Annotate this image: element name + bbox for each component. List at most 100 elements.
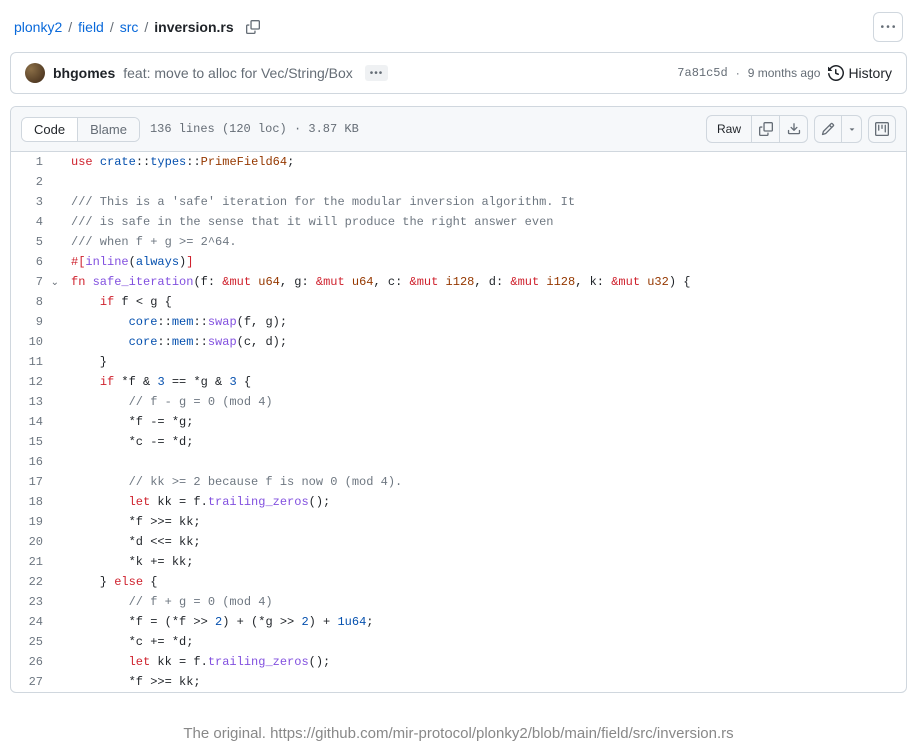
edit-dropdown[interactable] xyxy=(842,115,862,143)
line-number[interactable]: 8 xyxy=(11,292,61,312)
raw-button[interactable]: Raw xyxy=(706,115,752,143)
line-content[interactable]: /// when f + g >= 2^64. xyxy=(61,232,906,252)
pencil-icon xyxy=(821,122,835,136)
code-line: 26 let kk = f.trailing_zeros(); xyxy=(11,652,906,672)
line-content[interactable]: *f = (*f >> 2) + (*g >> 2) + 1u64; xyxy=(61,612,906,632)
breadcrumb-sep: / xyxy=(144,19,148,35)
line-content[interactable]: } else { xyxy=(61,572,906,592)
line-number[interactable]: 9 xyxy=(11,312,61,332)
chevron-down-icon[interactable]: ⌄ xyxy=(51,274,59,294)
code-line: 16 xyxy=(11,452,906,472)
line-content[interactable]: /// This is a 'safe' iteration for the m… xyxy=(61,192,906,212)
code-line: 3/// This is a 'safe' iteration for the … xyxy=(11,192,906,212)
copy-path-icon[interactable] xyxy=(246,20,260,34)
line-content[interactable]: *f >>= kk; xyxy=(61,672,906,692)
line-content[interactable]: if f < g { xyxy=(61,292,906,312)
code-line: 27 *f >>= kk; xyxy=(11,672,906,692)
line-content[interactable]: /// is safe in the sense that it will pr… xyxy=(61,212,906,232)
code-line: 15 *c -= *d; xyxy=(11,432,906,452)
line-content[interactable]: // f - g = 0 (mod 4) xyxy=(61,392,906,412)
edit-button[interactable] xyxy=(814,115,842,143)
line-content[interactable]: fn safe_iteration(f: &mut u64, g: &mut u… xyxy=(61,272,906,292)
code-line: 2 xyxy=(11,172,906,192)
line-number[interactable]: 11 xyxy=(11,352,61,372)
history-button[interactable]: History xyxy=(828,65,892,81)
file-box: Code Blame 136 lines (120 loc) · 3.87 KB… xyxy=(10,106,907,693)
commit-message[interactable]: feat: move to alloc for Vec/String/Box xyxy=(123,65,353,81)
tab-code[interactable]: Code xyxy=(22,118,77,141)
line-number[interactable]: 15 xyxy=(11,432,61,452)
line-content[interactable]: // f + g = 0 (mod 4) xyxy=(61,592,906,612)
triangle-down-icon xyxy=(847,124,857,134)
code-line: 4/// is safe in the sense that it will p… xyxy=(11,212,906,232)
line-number[interactable]: 12 xyxy=(11,372,61,392)
avatar[interactable] xyxy=(25,63,45,83)
code-line: 13 // f - g = 0 (mod 4) xyxy=(11,392,906,412)
line-content[interactable]: if *f & 3 == *g & 3 { xyxy=(61,372,906,392)
line-number[interactable]: 26 xyxy=(11,652,61,672)
breadcrumb-link-0[interactable]: plonky2 xyxy=(14,19,62,35)
breadcrumb-link-1[interactable]: field xyxy=(78,19,104,35)
history-icon xyxy=(828,65,844,81)
line-content[interactable]: // kk >= 2 because f is now 0 (mod 4). xyxy=(61,472,906,492)
line-number[interactable]: 14 xyxy=(11,412,61,432)
breadcrumb-sep: / xyxy=(110,19,114,35)
line-number[interactable]: 4 xyxy=(11,212,61,232)
commit-sha[interactable]: 7a81c5d xyxy=(677,66,727,80)
code-line: 17 // kk >= 2 because f is now 0 (mod 4)… xyxy=(11,472,906,492)
line-content[interactable]: *d <<= kk; xyxy=(61,532,906,552)
code-line: 11 } xyxy=(11,352,906,372)
line-number[interactable]: 3 xyxy=(11,192,61,212)
copy-raw-button[interactable] xyxy=(752,115,780,143)
commit-badge[interactable]: ••• xyxy=(365,65,389,81)
caption: The original. https://github.com/mir-pro… xyxy=(0,701,917,752)
line-content[interactable]: core::mem::swap(f, g); xyxy=(61,312,906,332)
line-content[interactable]: core::mem::swap(c, d); xyxy=(61,332,906,352)
line-number[interactable]: 17 xyxy=(11,472,61,492)
line-number[interactable]: 18 xyxy=(11,492,61,512)
line-number[interactable]: 5 xyxy=(11,232,61,252)
code-line: 7⌄fn safe_iteration(f: &mut u64, g: &mut… xyxy=(11,272,906,292)
breadcrumb-current: inversion.rs xyxy=(154,19,233,35)
line-content[interactable]: let kk = f.trailing_zeros(); xyxy=(61,652,906,672)
commit-right: 7a81c5d · 9 months ago History xyxy=(677,65,892,81)
line-number[interactable]: 24 xyxy=(11,612,61,632)
line-content[interactable]: *c -= *d; xyxy=(61,432,906,452)
line-number[interactable]: 22 xyxy=(11,572,61,592)
line-content[interactable]: let kk = f.trailing_zeros(); xyxy=(61,492,906,512)
line-number[interactable]: 1 xyxy=(11,152,61,172)
commit-left: bhgomes feat: move to alloc for Vec/Stri… xyxy=(25,63,388,83)
line-content[interactable]: } xyxy=(61,352,906,372)
line-number[interactable]: 13 xyxy=(11,392,61,412)
line-number[interactable]: 16 xyxy=(11,452,61,472)
commit-author[interactable]: bhgomes xyxy=(53,65,115,81)
code-line: 5/// when f + g >= 2^64. xyxy=(11,232,906,252)
download-button[interactable] xyxy=(780,115,808,143)
line-number[interactable]: 2 xyxy=(11,172,61,192)
line-content[interactable]: *f -= *g; xyxy=(61,412,906,432)
line-content[interactable] xyxy=(61,452,906,472)
line-number[interactable]: 27 xyxy=(11,672,61,692)
line-number[interactable]: 25 xyxy=(11,632,61,652)
breadcrumb: plonky2 / field / src / inversion.rs xyxy=(14,19,260,35)
line-number[interactable]: 21 xyxy=(11,552,61,572)
line-number[interactable]: 7⌄ xyxy=(11,272,61,292)
line-number[interactable]: 10 xyxy=(11,332,61,352)
line-content[interactable]: use crate::types::PrimeField64; xyxy=(61,152,906,172)
symbols-button[interactable] xyxy=(868,115,896,143)
code-line: 21 *k += kk; xyxy=(11,552,906,572)
line-content[interactable] xyxy=(61,172,906,192)
line-number[interactable]: 20 xyxy=(11,532,61,552)
breadcrumb-link-2[interactable]: src xyxy=(120,19,139,35)
file-header: Code Blame 136 lines (120 loc) · 3.87 KB… xyxy=(11,107,906,152)
tab-blame[interactable]: Blame xyxy=(77,118,139,141)
line-content[interactable]: *c += *d; xyxy=(61,632,906,652)
line-number[interactable]: 23 xyxy=(11,592,61,612)
line-content[interactable]: #[inline(always)] xyxy=(61,252,906,272)
line-content[interactable]: *k += kk; xyxy=(61,552,906,572)
more-actions-button[interactable] xyxy=(873,12,903,42)
line-number[interactable]: 19 xyxy=(11,512,61,532)
line-number[interactable]: 6 xyxy=(11,252,61,272)
download-icon xyxy=(787,122,801,136)
line-content[interactable]: *f >>= kk; xyxy=(61,512,906,532)
